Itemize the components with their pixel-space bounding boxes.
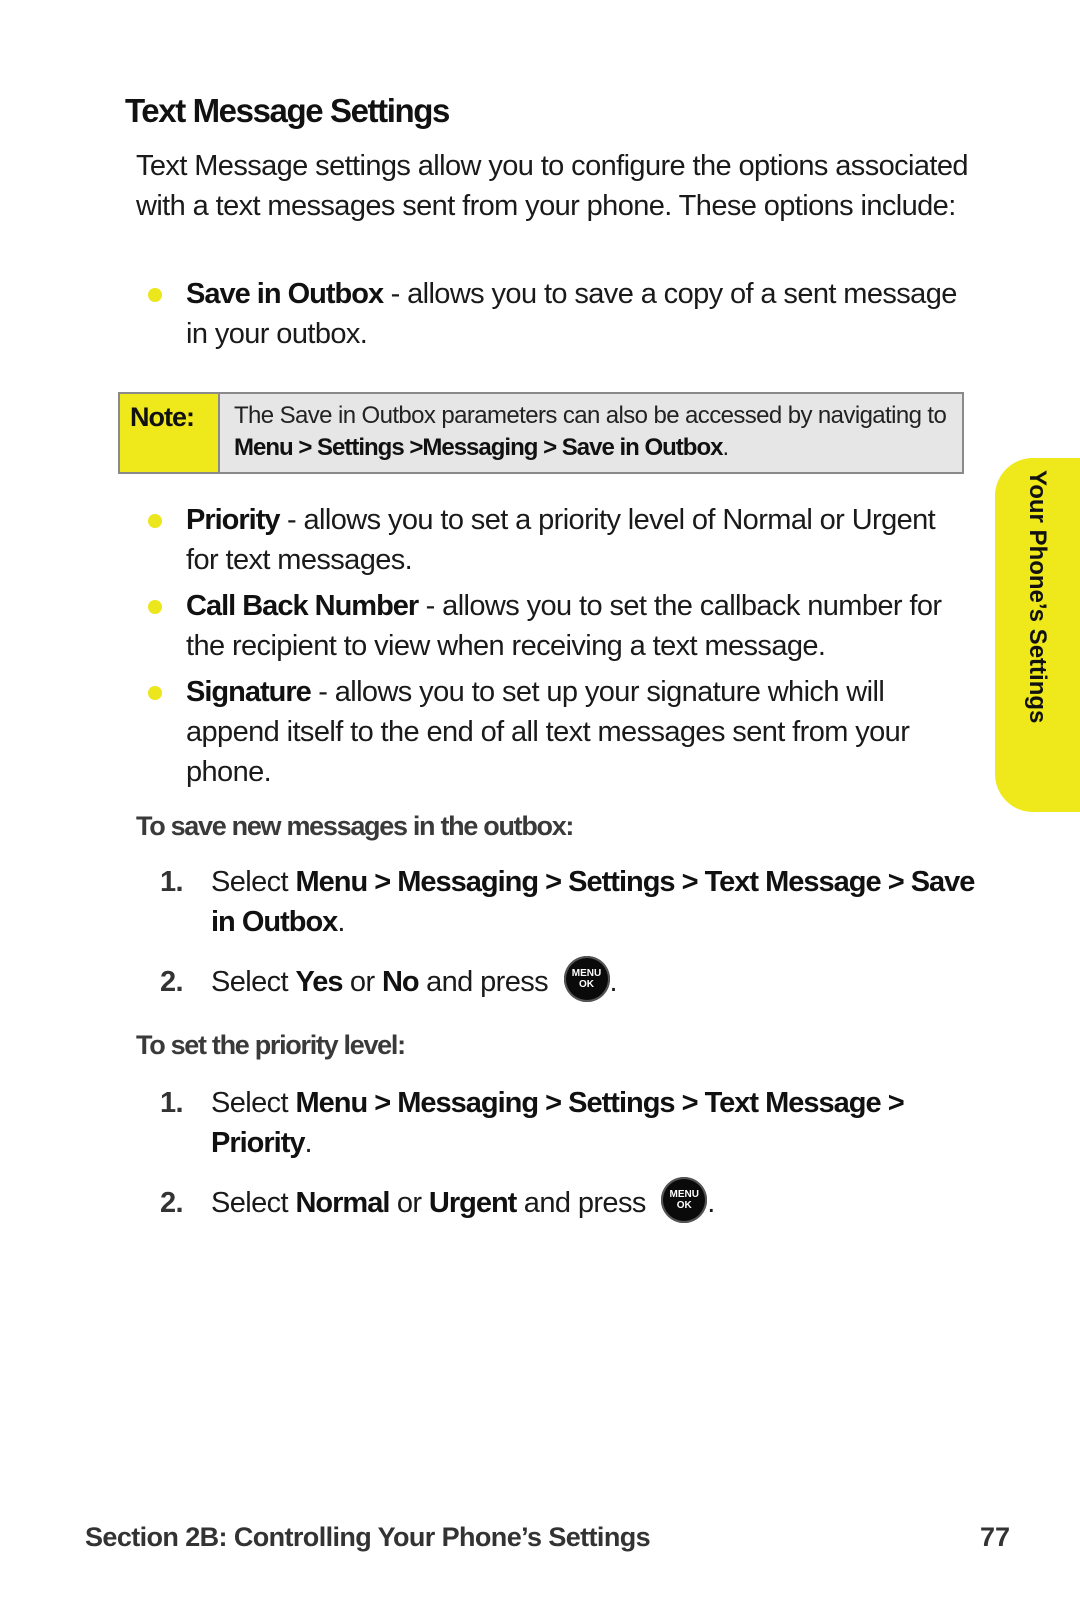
list-item: Priority - allows you to set a priority …	[146, 500, 966, 580]
step-item: 2. Select Yes or No and press MENU OK.	[160, 956, 980, 1003]
step-text-end: and press	[418, 966, 549, 998]
bullet-list-a: Save in Outbox - allows you to save a co…	[146, 274, 966, 360]
step-text: Select	[211, 866, 296, 898]
period: .	[609, 966, 618, 998]
note-path: Menu > Settings >Messaging > Save in Out…	[234, 434, 723, 461]
step-text: Select	[211, 966, 296, 998]
step-number: 1.	[160, 1087, 184, 1119]
note-end: .	[722, 434, 729, 461]
step-item: 1. Select Menu > Messaging > Settings > …	[160, 1083, 980, 1163]
bullet-term: Signature	[186, 676, 312, 708]
procedure-steps: 1. Select Menu > Messaging > Settings > …	[160, 1083, 980, 1243]
menu-key-line2: OK	[676, 1200, 692, 1212]
list-item: Save in Outbox - allows you to save a co…	[146, 274, 966, 354]
step-path: Menu > Messaging > Settings > Text Messa…	[211, 1087, 905, 1159]
note-text: The Save in Outbox parameters can also b…	[234, 402, 947, 429]
step-item: 1. Select Menu > Messaging > Settings > …	[160, 862, 980, 942]
list-item: Signature - allows you to set up your si…	[146, 672, 966, 792]
bullet-desc: - allows you to set a priority level of …	[186, 504, 936, 576]
option-urgent: Urgent	[428, 1187, 517, 1219]
period: .	[707, 1187, 715, 1219]
option-yes: Yes	[295, 966, 343, 998]
step-path: Menu > Messaging > Settings > Text Messa…	[211, 866, 975, 938]
step-number: 1.	[160, 866, 184, 898]
bullet-term: Save in Outbox	[186, 278, 384, 310]
menu-key-line1: MENU	[669, 1189, 699, 1201]
note-label: Note:	[120, 394, 220, 472]
step-text: Select	[211, 1087, 296, 1119]
intro-paragraph: Text Message settings allow you to confi…	[136, 150, 969, 222]
step-text-end: .	[337, 906, 345, 938]
side-tab-label: Your Phone’s Settings	[1024, 470, 1051, 724]
step-item: 2. Select Normal or Urgent and press MEN…	[160, 1177, 980, 1224]
procedure-heading: To set the priority level:	[136, 1030, 406, 1060]
step-number: 2.	[160, 966, 184, 998]
menu-ok-key-icon: MENU OK	[563, 956, 610, 1003]
menu-ok-key-icon: MENU OK	[661, 1177, 708, 1224]
section-side-tab[interactable]: Your Phone’s Settings	[995, 458, 1080, 812]
step-text-end: .	[304, 1127, 313, 1159]
menu-key-line1: MENU	[571, 968, 602, 980]
bullet-icon	[148, 600, 162, 614]
bullet-icon	[148, 686, 162, 700]
option-normal: Normal	[295, 1187, 390, 1219]
footer-section-title: Section 2B: Controlling Your Phone’s Set…	[85, 1522, 651, 1552]
bullet-icon	[148, 288, 162, 302]
procedure-steps: 1. Select Menu > Messaging > Settings > …	[160, 862, 980, 1022]
bullet-icon	[148, 514, 162, 528]
option-no: No	[381, 966, 420, 998]
page-title: Text Message Settings	[125, 92, 450, 129]
note-body: The Save in Outbox parameters can also b…	[220, 394, 962, 472]
step-number: 2.	[160, 1187, 184, 1219]
note-box: Note: The Save in Outbox parameters can …	[118, 392, 964, 474]
step-text-mid: or	[342, 966, 382, 998]
bullet-term: Priority	[186, 504, 281, 536]
list-item: Call Back Number - allows you to set the…	[146, 586, 966, 666]
step-text-mid: or	[389, 1187, 429, 1219]
step-text: Select	[211, 1187, 296, 1219]
bullet-term: Call Back Number	[186, 590, 419, 622]
procedure-heading: To save new messages in the outbox:	[136, 811, 574, 841]
step-text-end: and press	[516, 1187, 647, 1219]
menu-key-line2: OK	[579, 979, 595, 991]
page-number: 77	[980, 1522, 1011, 1552]
bullet-list-b: Priority - allows you to set a priority …	[146, 500, 966, 798]
